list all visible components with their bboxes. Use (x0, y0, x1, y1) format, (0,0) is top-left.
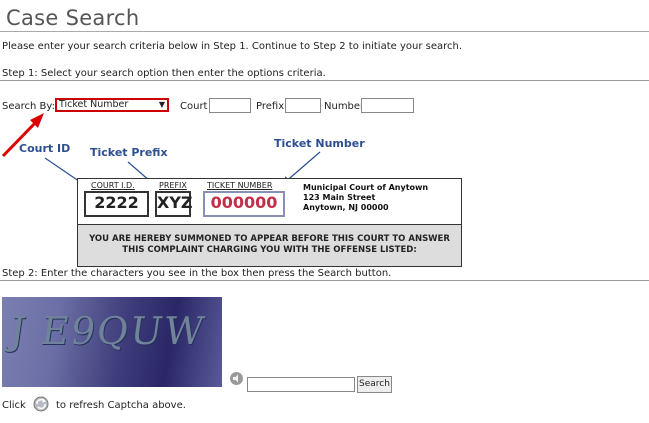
ticket-prefix-box: XYZ (155, 191, 193, 217)
ticket-number-label: TICKET NUMBER (207, 181, 273, 190)
captcha-text: J E9QUW (6, 309, 209, 353)
refresh-prefix: Click (2, 400, 26, 411)
summons-text: YOU ARE HEREBY SUMMONED TO APPEAR BEFORE… (77, 224, 462, 267)
ticket-prefix-label: PREFIX (159, 181, 187, 190)
court-street: 123 Main Street (303, 193, 376, 202)
ticket-court-box: 2222 (84, 191, 149, 217)
step2-divider (0, 280, 649, 281)
audio-icon[interactable] (229, 371, 244, 386)
refresh-suffix: to refresh Captcha above. (56, 400, 186, 411)
court-city: Anytown, NJ 00000 (303, 203, 389, 212)
ticket-number-box: 000000 (203, 191, 285, 217)
summons-line-2: THIS COMPLAINT CHARGING YOU WITH THE OFF… (122, 245, 417, 255)
step2-heading: Step 2: Enter the characters you see in … (2, 268, 392, 279)
search-button[interactable]: Search (357, 376, 392, 393)
summons-line-1: YOU ARE HEREBY SUMMONED TO APPEAR BEFORE… (89, 234, 450, 244)
ticket-court-label: COURT I.D. (91, 181, 135, 190)
court-name: Municipal Court of Anytown (303, 183, 429, 192)
captcha-image: J E9QUW (2, 297, 222, 387)
refresh-icon[interactable] (32, 395, 50, 413)
captcha-input[interactable] (247, 377, 355, 392)
